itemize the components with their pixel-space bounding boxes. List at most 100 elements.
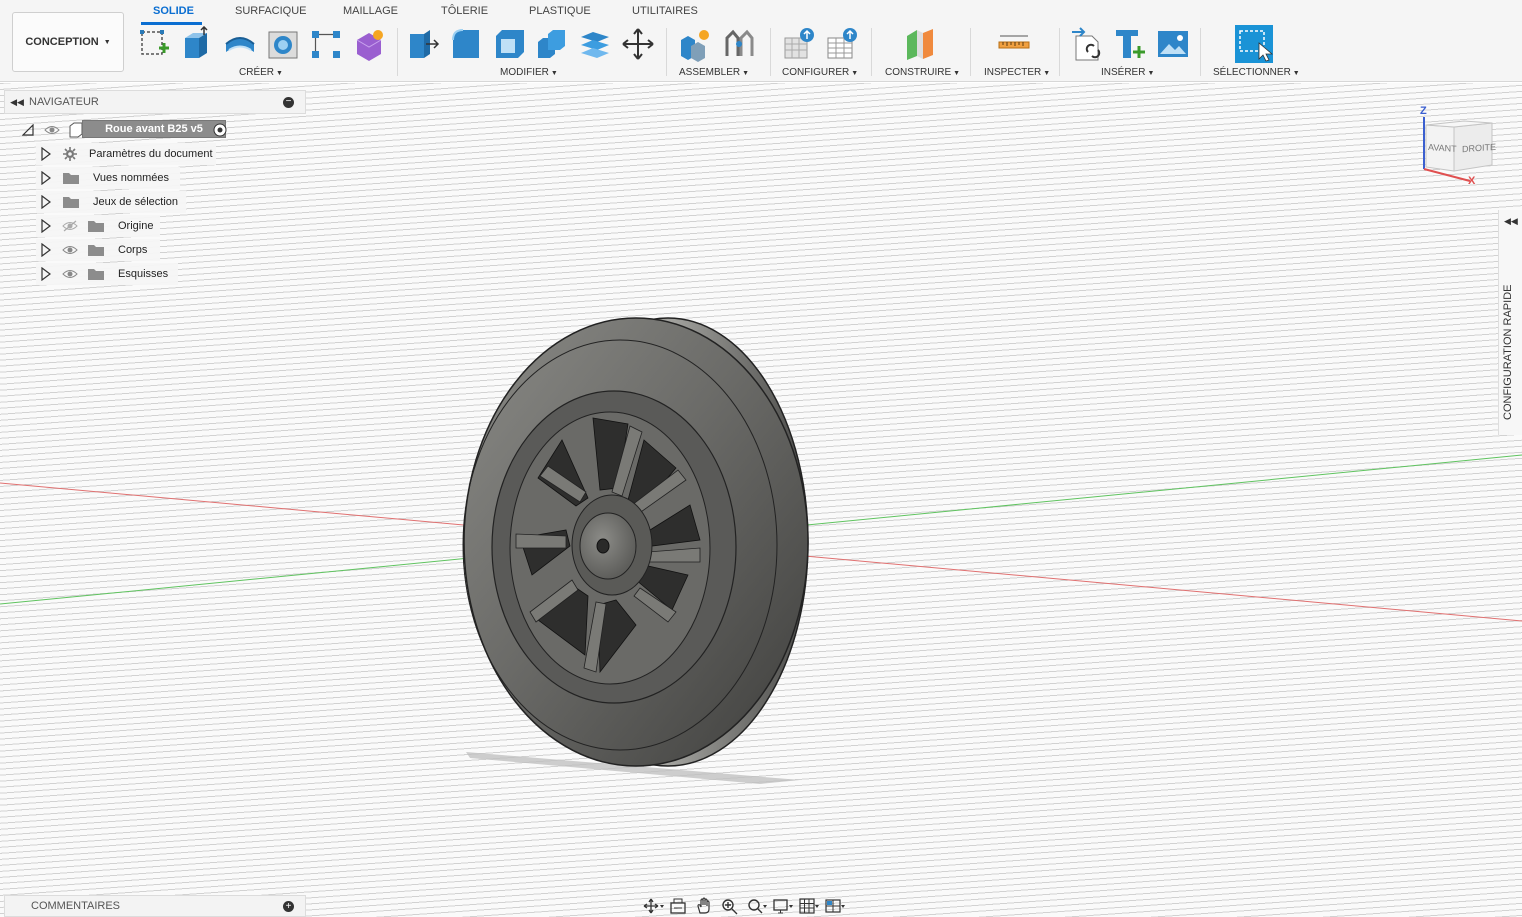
browser-item-vues-nommees[interactable]: Vues nommées — [36, 167, 180, 189]
browser-item-label: Corps — [118, 244, 148, 256]
folder-icon — [88, 269, 104, 280]
chevron-down-icon: ▼ — [1147, 70, 1155, 77]
group-assembler-text: ASSEMBLER — [679, 67, 741, 78]
navigator-title: NAVIGATEUR — [29, 96, 99, 108]
grid-settings-button[interactable] — [796, 895, 822, 917]
create-form-icon[interactable] — [352, 26, 386, 62]
group-label-construire[interactable]: CONSTRUIRE ▼ — [885, 67, 960, 78]
expand-triangle-icon[interactable] — [40, 219, 52, 233]
quick-setup-label: CONFIGURATION RAPIDE — [1502, 284, 1514, 420]
create-sketch-icon[interactable] — [137, 26, 171, 62]
select-tool-icon[interactable] — [1235, 25, 1274, 63]
browser-root-node[interactable]: Roue avant B25 v5 — [16, 120, 231, 140]
navigator-panel: ◀◀ NAVIGATEUR − — [4, 90, 306, 114]
group-label-creer[interactable]: CRÉER ▼ — [239, 67, 283, 78]
group-label-assembler[interactable]: ASSEMBLER ▼ — [679, 67, 749, 78]
browser-item-origine[interactable]: Origine — [36, 215, 160, 237]
collapse-triangle-icon[interactable] — [22, 124, 34, 136]
measure-icon[interactable] — [997, 26, 1031, 62]
viewcube[interactable]: Z X AVANT DROITE — [1418, 103, 1498, 187]
tab-maillage[interactable]: MAILLAGE — [343, 5, 398, 17]
insert-canvas-icon[interactable] — [1156, 26, 1190, 62]
pan-hand-icon — [697, 896, 710, 914]
group-inspecter-text: INSPECTER — [984, 67, 1042, 78]
pan-button[interactable] — [692, 895, 718, 917]
group-label-modifier[interactable]: MODIFIER ▼ — [500, 67, 558, 78]
combine-icon[interactable] — [535, 26, 569, 62]
minimize-icon[interactable]: − — [283, 96, 294, 108]
root-component-label[interactable]: Roue avant B25 v5 — [82, 120, 226, 138]
navigator-header: ◀◀ NAVIGATEUR − — [4, 90, 306, 114]
activate-radio-icon[interactable] — [213, 123, 227, 137]
expand-triangle-icon[interactable] — [40, 171, 52, 185]
revolve-icon[interactable] — [223, 26, 257, 62]
add-comment-icon[interactable]: + — [283, 900, 294, 912]
collapse-left-icon[interactable]: ◀◀ — [5, 97, 29, 108]
browser-item-label: Esquisses — [118, 268, 169, 280]
folder-icon — [88, 245, 104, 256]
tab-plastique[interactable]: PLASTIQUE — [529, 5, 591, 17]
comments-panel[interactable]: COMMENTAIRES + — [4, 895, 306, 917]
expand-triangle-icon[interactable] — [40, 243, 52, 257]
zoom-button[interactable] — [718, 895, 744, 917]
collapse-left-icon[interactable]: ◀◀ — [1504, 216, 1518, 227]
browser-item-corps[interactable]: Corps — [36, 239, 160, 261]
wheel-model[interactable] — [462, 317, 809, 767]
quick-setup-panel[interactable]: ◀◀ CONFIGURATION RAPIDE — [1498, 210, 1522, 435]
eye-icon[interactable] — [62, 268, 78, 280]
group-label-configurer[interactable]: CONFIGURER ▼ — [782, 67, 858, 78]
eye-hidden-icon[interactable] — [62, 220, 78, 232]
browser-item-jeux-selection[interactable]: Jeux de sélection — [36, 191, 186, 213]
offset-plane-icon[interactable] — [904, 26, 938, 62]
browser-item-label: Jeux de sélection — [93, 196, 178, 208]
expand-triangle-icon[interactable] — [40, 267, 52, 281]
tab-solide[interactable]: SOLIDE — [153, 5, 194, 17]
toolbar-divider — [871, 28, 872, 76]
workspace-label: CONCEPTION — [25, 36, 99, 48]
browser-item-esquisses[interactable]: Esquisses — [36, 263, 178, 285]
zoom-icon — [722, 898, 738, 914]
pattern-icon[interactable] — [309, 26, 343, 62]
viewcube-axis-x: X — [1468, 175, 1476, 187]
chevron-down-icon: ▼ — [550, 70, 558, 77]
shell-icon[interactable] — [492, 26, 526, 62]
eye-icon[interactable] — [44, 124, 60, 136]
expand-triangle-icon[interactable] — [40, 147, 52, 161]
move-copy-icon[interactable] — [621, 26, 655, 62]
tab-utilitaires[interactable]: UTILITAIRES — [632, 5, 698, 17]
configuration-table-icon[interactable] — [825, 26, 859, 62]
viewports-button[interactable] — [822, 895, 848, 917]
workspace-switcher-button[interactable]: CONCEPTION ▼ — [12, 12, 124, 72]
active-tab-indicator — [141, 22, 202, 25]
group-construire-text: CONSTRUIRE — [885, 67, 952, 78]
tab-surfacique[interactable]: SURFACIQUE — [235, 5, 307, 17]
new-component-icon[interactable] — [678, 26, 712, 62]
group-label-inspecter[interactable]: INSPECTER ▼ — [984, 67, 1050, 78]
offset-faces-icon[interactable] — [578, 26, 612, 62]
configure-design-icon[interactable] — [782, 26, 816, 62]
orbit-button[interactable] — [640, 895, 666, 917]
toolbar-divider — [666, 28, 667, 76]
fillet-icon[interactable] — [449, 26, 483, 62]
fit-button[interactable] — [744, 895, 770, 917]
expand-triangle-icon[interactable] — [40, 195, 52, 209]
tab-tolerie[interactable]: TÔLERIE — [441, 5, 488, 17]
insert-derive-icon[interactable] — [1070, 26, 1104, 62]
hole-icon[interactable] — [266, 26, 300, 62]
insert-mcmaster-icon[interactable] — [1113, 26, 1147, 62]
eye-icon[interactable] — [62, 244, 78, 256]
display-settings-button[interactable] — [770, 895, 796, 917]
group-label-selectionner[interactable]: SÉLECTIONNER ▼ — [1213, 67, 1300, 78]
canvas-viewport[interactable]: Z X AVANT DROITE — [0, 83, 1522, 917]
look-at-icon — [670, 898, 686, 914]
look-at-button[interactable] — [666, 895, 692, 917]
browser-item-parametres[interactable]: Paramètres du document — [36, 143, 216, 165]
press-pull-icon[interactable] — [406, 26, 440, 62]
joint-icon[interactable] — [721, 26, 755, 62]
extrude-icon[interactable] — [180, 25, 214, 62]
chevron-down-icon: ▼ — [742, 70, 750, 77]
viewcube-front-face[interactable]: AVANT — [1428, 142, 1457, 154]
group-label-inserer[interactable]: INSÉRER ▼ — [1101, 67, 1154, 78]
browser-item-label: Vues nommées — [93, 172, 170, 184]
chevron-down-icon: ▼ — [1043, 70, 1051, 77]
